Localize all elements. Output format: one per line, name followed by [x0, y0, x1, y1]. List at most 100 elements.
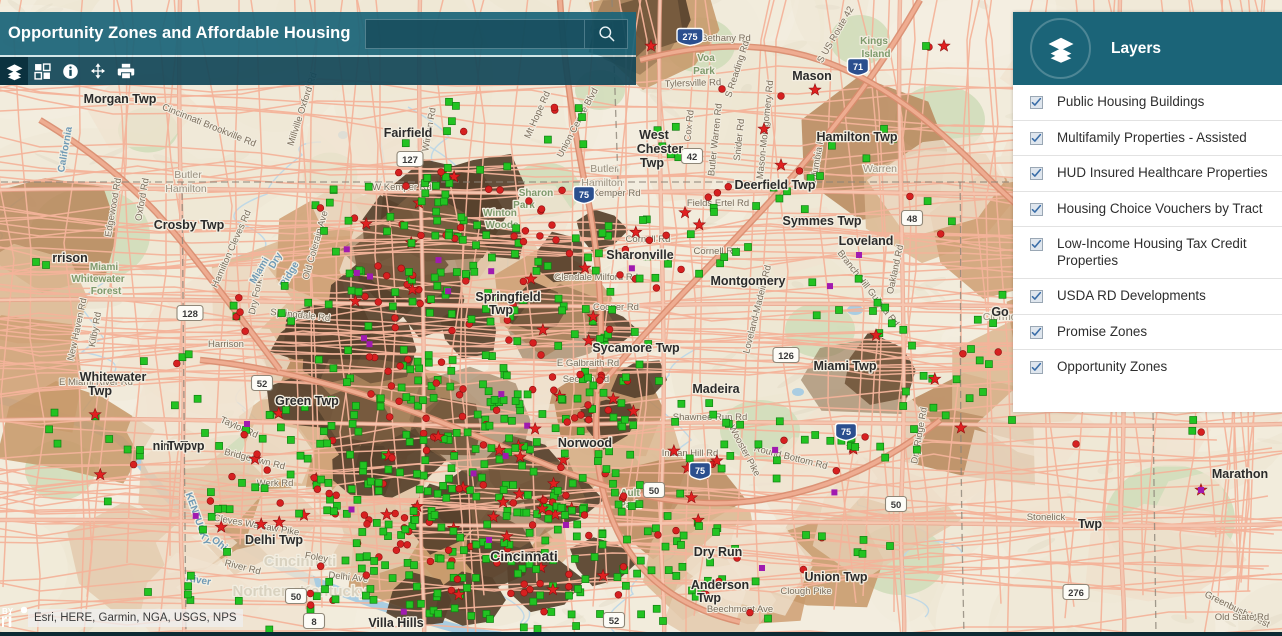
map-marker-green[interactable]: [473, 410, 482, 419]
map-marker-green[interactable]: [238, 479, 246, 487]
map-marker-green[interactable]: [854, 274, 863, 283]
map-marker-green[interactable]: [508, 416, 516, 425]
map-marker-red[interactable]: [1072, 440, 1080, 448]
map-marker-green[interactable]: [410, 561, 418, 569]
map-marker-green[interactable]: [636, 556, 645, 565]
map-marker-purple[interactable]: [367, 273, 373, 280]
map-marker-green[interactable]: [463, 584, 471, 592]
map-marker-green[interactable]: [424, 351, 433, 359]
map-marker-green[interactable]: [444, 231, 453, 240]
map-marker-red[interactable]: [550, 386, 558, 394]
map-marker-red[interactable]: [563, 418, 571, 426]
map-marker-red[interactable]: [654, 531, 662, 539]
map-marker-green[interactable]: [676, 489, 685, 498]
map-marker-green[interactable]: [584, 253, 592, 262]
map-marker-green[interactable]: [326, 495, 334, 504]
map-marker-red[interactable]: [565, 570, 573, 578]
map-marker-green[interactable]: [460, 546, 468, 555]
map-marker-red[interactable]: [570, 414, 579, 422]
map-marker-green[interactable]: [463, 428, 472, 437]
map-marker-red[interactable]: [437, 358, 446, 366]
map-marker-green[interactable]: [967, 345, 975, 353]
layer-row[interactable]: Housing Choice Vouchers by Tract: [1013, 192, 1282, 227]
map-marker-green[interactable]: [712, 528, 720, 536]
map-marker-red[interactable]: [316, 204, 325, 212]
map-marker-green[interactable]: [502, 512, 511, 520]
map-marker-red[interactable]: [396, 540, 405, 548]
map-marker-red[interactable]: [552, 236, 560, 244]
map-marker-green[interactable]: [265, 411, 274, 419]
map-marker-green[interactable]: [229, 301, 238, 310]
map-marker-green[interactable]: [445, 179, 454, 188]
map-marker-green[interactable]: [886, 542, 894, 550]
map-marker-green[interactable]: [344, 346, 352, 355]
map-marker-green[interactable]: [661, 542, 670, 551]
map-marker-purple[interactable]: [524, 422, 531, 429]
map-marker-green[interactable]: [321, 585, 329, 594]
print-tool[interactable]: [112, 57, 140, 85]
map-marker-purple[interactable]: [1198, 487, 1204, 493]
map-marker-red[interactable]: [403, 541, 411, 549]
map-marker-green[interactable]: [902, 387, 910, 396]
map-marker-green[interactable]: [366, 585, 375, 593]
map-marker-green[interactable]: [374, 486, 383, 495]
map-marker-red[interactable]: [704, 193, 712, 201]
map-marker-green[interactable]: [456, 533, 464, 542]
map-marker-green[interactable]: [381, 561, 389, 570]
map-marker-red[interactable]: [253, 450, 261, 458]
map-marker-green[interactable]: [199, 525, 207, 534]
map-marker-green[interactable]: [277, 423, 285, 432]
map-marker-green[interactable]: [448, 117, 456, 126]
map-marker-green[interactable]: [433, 282, 442, 290]
basemap-gallery-tool[interactable]: [28, 57, 56, 85]
map-marker-green[interactable]: [193, 394, 202, 403]
map-marker-green[interactable]: [201, 429, 209, 437]
map-marker-purple[interactable]: [563, 522, 569, 528]
map-marker-green[interactable]: [499, 396, 508, 405]
map-marker-green[interactable]: [430, 273, 439, 282]
map-marker-green[interactable]: [677, 399, 686, 408]
map-marker-green[interactable]: [643, 527, 652, 536]
map-marker-green[interactable]: [511, 397, 520, 405]
map-marker-green[interactable]: [551, 424, 560, 433]
map-marker-green[interactable]: [869, 307, 877, 315]
map-marker-green[interactable]: [573, 394, 582, 403]
map-marker-green[interactable]: [1188, 426, 1197, 435]
map-marker-green[interactable]: [570, 330, 579, 339]
map-marker-green[interactable]: [775, 417, 784, 426]
map-marker-green[interactable]: [419, 471, 428, 480]
map-marker-green[interactable]: [341, 556, 350, 565]
map-marker-green[interactable]: [303, 454, 312, 463]
map-marker-green[interactable]: [581, 575, 590, 583]
map-marker-green[interactable]: [287, 436, 295, 444]
map-marker-red[interactable]: [306, 589, 315, 598]
map-marker-red[interactable]: [448, 326, 456, 335]
map-marker-green[interactable]: [594, 450, 603, 458]
map-marker-green[interactable]: [316, 439, 325, 448]
layer-row[interactable]: Public Housing Buildings: [1013, 85, 1282, 121]
map-marker-red[interactable]: [263, 466, 271, 474]
map-marker-green[interactable]: [613, 573, 622, 581]
map-marker-red[interactable]: [460, 127, 468, 136]
map-marker-green[interactable]: [998, 290, 1007, 299]
map-marker-green[interactable]: [514, 569, 522, 578]
map-marker-red[interactable]: [416, 299, 424, 308]
map-marker-green[interactable]: [773, 456, 781, 465]
measure-tool[interactable]: [84, 57, 112, 85]
map-marker-green[interactable]: [590, 553, 599, 561]
map-marker-green[interactable]: [32, 258, 40, 266]
map-marker-green[interactable]: [408, 297, 417, 306]
map-marker-green[interactable]: [910, 425, 918, 433]
map-marker-green[interactable]: [207, 512, 216, 521]
map-marker-red[interactable]: [525, 197, 533, 205]
map-marker-green[interactable]: [574, 104, 583, 112]
map-marker-red[interactable]: [360, 511, 369, 519]
map-marker-green[interactable]: [859, 536, 868, 544]
map-marker-red[interactable]: [540, 496, 548, 504]
map-marker-green[interactable]: [479, 380, 487, 389]
map-marker-green[interactable]: [234, 596, 243, 605]
map-marker-red[interactable]: [577, 411, 585, 419]
map-marker-red[interactable]: [662, 231, 670, 240]
map-marker-green[interactable]: [611, 488, 619, 497]
map-marker-red[interactable]: [228, 472, 236, 481]
